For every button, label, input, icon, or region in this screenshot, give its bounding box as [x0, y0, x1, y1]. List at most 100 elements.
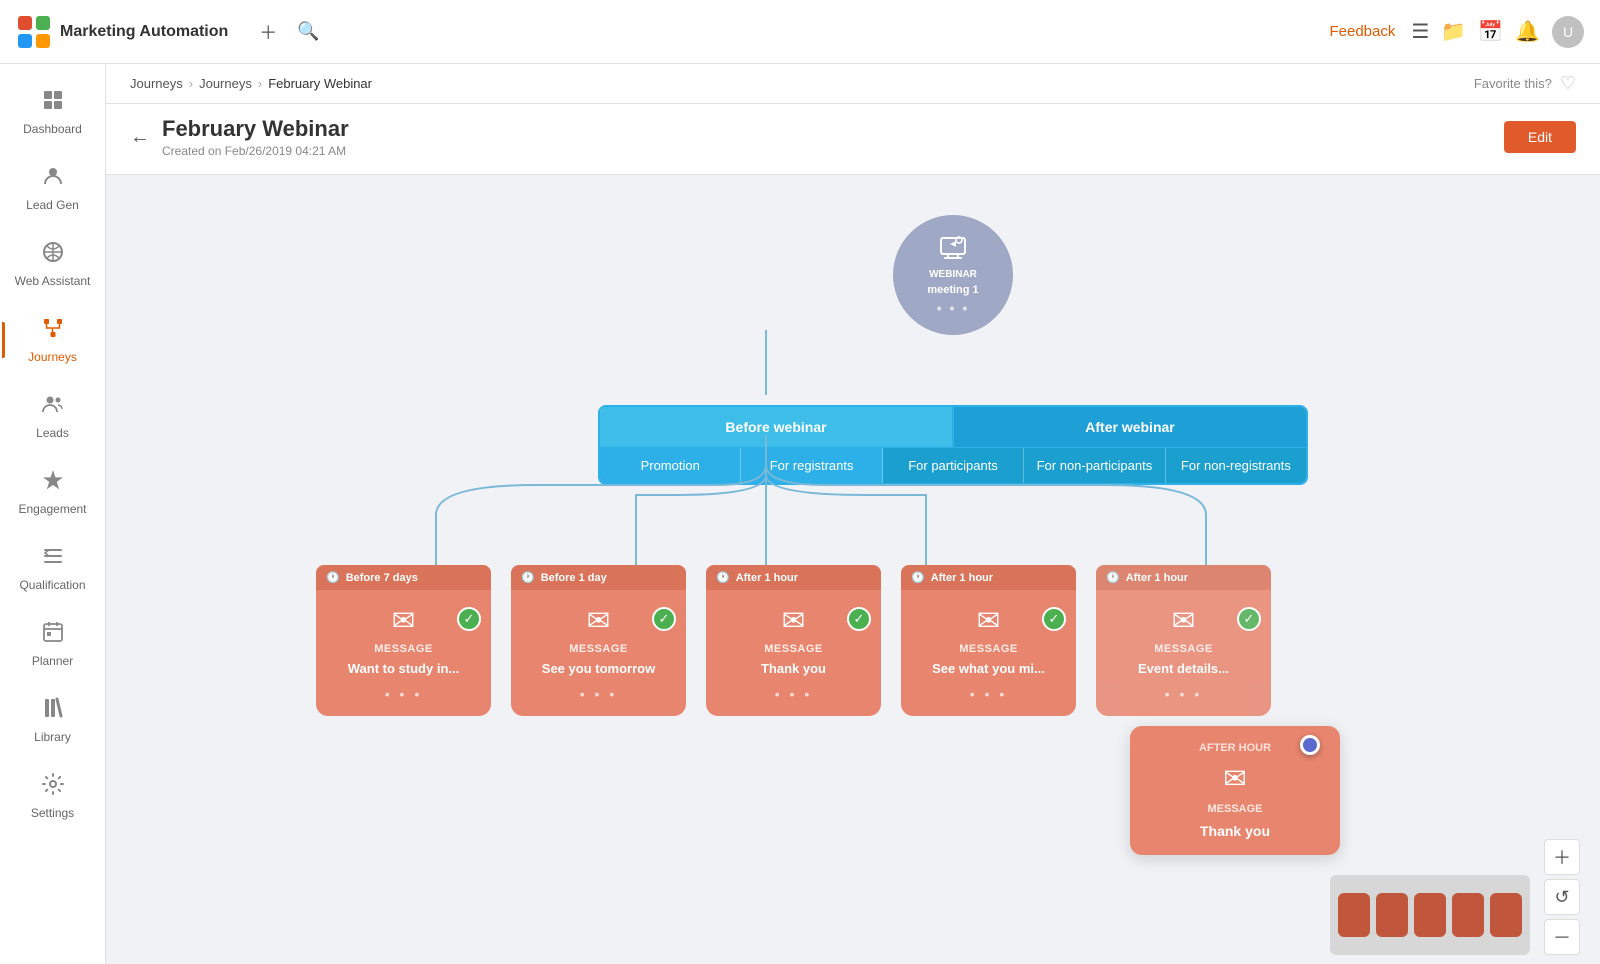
breadcrumb-current: February Webinar — [268, 76, 372, 91]
engagement-icon — [41, 468, 65, 498]
sidebar-label-web-assistant: Web Assistant — [15, 274, 91, 288]
msg-text-5: Event details... — [1138, 661, 1229, 676]
connector-spacer-1 — [166, 335, 1540, 405]
msg-label-4: MESSAGE — [959, 643, 1018, 655]
feedback-button[interactable]: Feedback — [1329, 23, 1395, 40]
sidebar-item-qualification[interactable]: Qualification — [8, 532, 98, 604]
branch-sub-registrants[interactable]: For registrants — [741, 448, 882, 483]
web-assistant-icon — [41, 240, 65, 270]
zoom-controls: ＋ ↺ － — [1544, 839, 1580, 955]
webinar-icon — [939, 234, 967, 265]
back-button[interactable]: ← — [130, 126, 150, 149]
msg-label-1: MESSAGE — [374, 643, 433, 655]
branch-sub-participants[interactable]: For participants — [883, 448, 1024, 483]
minimap — [1330, 875, 1530, 955]
breadcrumb-link-2[interactable]: Journeys — [199, 76, 252, 91]
heart-icon[interactable]: ♡ — [1560, 73, 1576, 94]
card-delay-2: Before 1 day — [541, 572, 607, 584]
topbar-right: Feedback ☰ 📁 📅 🔔 U — [1329, 16, 1584, 48]
message-card-5[interactable]: 🕐 After 1 hour ✉ MESSAGE Event details..… — [1096, 565, 1271, 716]
sidebar-item-journeys[interactable]: Journeys — [8, 304, 98, 376]
envelope-icon-3: ✉ — [782, 604, 805, 637]
sidebar-label-settings: Settings — [31, 806, 74, 820]
content-area: Journeys › Journeys › February Webinar F… — [106, 64, 1600, 964]
calendar-icon[interactable]: 📅 — [1478, 19, 1503, 44]
card-container-1: 🕐 Before 7 days ✉ MESSAGE Want to study … — [316, 565, 491, 716]
search-button[interactable]: 🔍 — [292, 16, 324, 48]
branch-table-container: Before webinar After webinar Promotion F… — [166, 405, 1540, 485]
sidebar-item-planner[interactable]: Planner — [8, 608, 98, 680]
start-node-dots: • • • — [937, 300, 969, 316]
sidebar-label-leads: Leads — [36, 426, 69, 440]
sidebar-item-web-assistant[interactable]: Web Assistant — [8, 228, 98, 300]
after-hour-label: MESSAGE — [1207, 803, 1262, 815]
app-title: Marketing Automation — [60, 23, 228, 41]
sidebar-label-dashboard: Dashboard — [23, 122, 82, 136]
card-delay-5: After 1 hour — [1126, 572, 1188, 584]
message-card-2[interactable]: 🕐 Before 1 day ✉ MESSAGE See you tomorro… — [511, 565, 686, 716]
sidebar-item-dashboard[interactable]: Dashboard — [8, 76, 98, 148]
msg-text-3: Thank you — [761, 661, 826, 676]
branch-sub-non-participants[interactable]: For non-participants — [1024, 448, 1165, 483]
minimap-block-1 — [1338, 893, 1370, 937]
card-container-4: 🕐 After 1 hour ✉ MESSAGE See what you mi… — [901, 565, 1076, 716]
message-card-4[interactable]: 🕐 After 1 hour ✉ MESSAGE See what you mi… — [901, 565, 1076, 716]
edit-button[interactable]: Edit — [1504, 121, 1576, 153]
sidebar-item-lead-gen[interactable]: Lead Gen — [8, 152, 98, 224]
minimap-block-4 — [1452, 893, 1484, 937]
page-title-group: February Webinar Created on Feb/26/2019 … — [162, 116, 1480, 158]
webinar-label2: meeting 1 — [927, 284, 978, 296]
add-button[interactable]: ＋ — [252, 16, 284, 48]
zoom-reset-button[interactable]: ↺ — [1544, 879, 1580, 915]
library-icon — [41, 696, 65, 726]
message-card-3[interactable]: 🕐 After 1 hour ✉ MESSAGE Thank you • • •… — [706, 565, 881, 716]
card-header-3: 🕐 After 1 hour — [706, 565, 881, 590]
qualification-icon — [41, 544, 65, 574]
card-header-4: 🕐 After 1 hour — [901, 565, 1076, 590]
branch-sub-non-registrants[interactable]: For non-registrants — [1166, 448, 1306, 483]
envelope-icon-4: ✉ — [977, 604, 1000, 637]
folder-icon[interactable]: 📁 — [1441, 19, 1466, 44]
checkmark-badge-1: ✓ — [457, 607, 481, 631]
minimap-block-3 — [1414, 893, 1446, 937]
bell-icon[interactable]: 🔔 — [1515, 19, 1540, 44]
zoom-in-button[interactable]: ＋ — [1544, 839, 1580, 875]
branch-table: Before webinar After webinar Promotion F… — [598, 405, 1308, 485]
planner-icon — [41, 620, 65, 650]
card-container-2: 🕐 Before 1 day ✉ MESSAGE See you tomorro… — [511, 565, 686, 716]
branch-sub-promotion[interactable]: Promotion — [600, 448, 741, 483]
branch-header-row: Before webinar After webinar — [600, 407, 1306, 447]
card-dots-1: • • • — [385, 686, 422, 702]
sidebar-item-engagement[interactable]: Engagement — [8, 456, 98, 528]
message-card-1[interactable]: 🕐 Before 7 days ✉ MESSAGE Want to study … — [316, 565, 491, 716]
msg-label-5: MESSAGE — [1154, 643, 1213, 655]
clock-icon-2: 🕐 — [521, 571, 535, 584]
after-hour-title: After hour — [1199, 742, 1271, 754]
cards-row: 🕐 Before 7 days ✉ MESSAGE Want to study … — [166, 565, 1540, 716]
sidebar-item-settings[interactable]: Settings — [8, 760, 98, 832]
canvas-inner: WEBINAR meeting 1 • • • Before webinar A… — [106, 175, 1600, 964]
start-node[interactable]: WEBINAR meeting 1 • • • — [893, 215, 1013, 335]
card-container-3: 🕐 After 1 hour ✉ MESSAGE Thank you • • •… — [706, 565, 881, 716]
after-hour-text: Thank you — [1200, 823, 1270, 839]
start-node-container: WEBINAR meeting 1 • • • — [166, 215, 1540, 335]
sidebar: Dashboard Lead Gen Web Assistant Journey… — [0, 64, 106, 964]
branch-header-before: Before webinar — [600, 407, 954, 447]
msg-text-4: See what you mi... — [932, 661, 1045, 676]
topbar: Marketing Automation ＋ 🔍 Feedback ☰ 📁 📅 … — [0, 0, 1600, 64]
after-hour-envelope: ✉ — [1223, 762, 1246, 795]
list-icon[interactable]: ☰ — [1411, 19, 1429, 44]
minimap-block-2 — [1376, 893, 1408, 937]
breadcrumb-link-1[interactable]: Journeys — [130, 76, 183, 91]
settings-icon — [41, 772, 65, 802]
user-avatar[interactable]: U — [1552, 16, 1584, 48]
zoom-out-button[interactable]: － — [1544, 919, 1580, 955]
clock-icon-3: 🕐 — [716, 571, 730, 584]
msg-text-2: See you tomorrow — [542, 661, 655, 676]
page-header: ← February Webinar Created on Feb/26/201… — [106, 104, 1600, 175]
sidebar-item-library[interactable]: Library — [8, 684, 98, 756]
sidebar-item-leads[interactable]: Leads — [8, 380, 98, 452]
connector-spacer-2 — [166, 485, 1540, 565]
envelope-icon-2: ✉ — [587, 604, 610, 637]
envelope-icon-5: ✉ — [1172, 604, 1195, 637]
